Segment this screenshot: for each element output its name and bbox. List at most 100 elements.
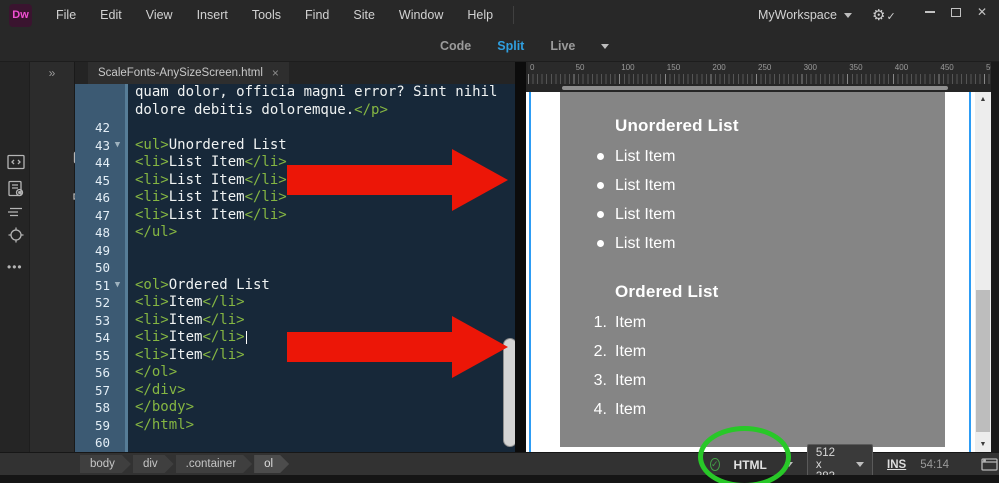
menu-tools[interactable]: Tools: [240, 0, 293, 30]
code-line[interactable]: 58 </body>: [75, 399, 515, 417]
list-item[interactable]: 2. Item: [560, 337, 945, 366]
live-view-page[interactable]: Unordered List List Item List Item List It…: [526, 92, 975, 452]
gear-icon: ⚙: [872, 7, 886, 24]
code-text: </html>: [128, 417, 194, 435]
code-line[interactable]: 45 <li>List Item</li>: [75, 171, 515, 189]
code-line[interactable]: 50: [75, 259, 515, 277]
code-line[interactable]: quam dolor, officia magni error? Sint ni…: [75, 84, 515, 102]
realtime-preview-icon[interactable]: [981, 457, 999, 472]
menu-edit[interactable]: Edit: [88, 0, 134, 30]
unordered-list-heading[interactable]: Unordered List: [615, 92, 945, 136]
list-item[interactable]: 3. Item: [560, 366, 945, 395]
close-button[interactable]: ✕: [969, 0, 995, 24]
sync-settings-button[interactable]: ⚙ ✓: [872, 0, 896, 30]
fold-toggle-icon[interactable]: ▼: [110, 140, 125, 150]
document-preview-icon[interactable]: [7, 180, 25, 198]
list-item[interactable]: 4. Item: [560, 395, 945, 424]
code-line[interactable]: 47 <li>List Item</li>: [75, 206, 515, 224]
code-segment: </li>: [202, 294, 245, 310]
code-segment: <li>: [135, 154, 169, 170]
code-line[interactable]: 52 <li>Item</li>: [75, 294, 515, 312]
list-item[interactable]: List Item: [560, 200, 945, 229]
menu-help[interactable]: Help: [455, 0, 505, 30]
view-mode-code[interactable]: Code: [440, 39, 471, 53]
menu-insert[interactable]: Insert: [185, 0, 240, 30]
file-tab[interactable]: ScaleFonts-AnySizeScreen.html ×: [88, 62, 289, 84]
code-line[interactable]: 51 ▼ <ol>Ordered List: [75, 276, 515, 294]
code-line[interactable]: 46 <li>List Item</li>: [75, 189, 515, 207]
list-item-number: 2.: [593, 342, 607, 360]
code-line[interactable]: 54 <li>Item</li>: [75, 329, 515, 347]
view-mode-live[interactable]: Live: [550, 39, 575, 53]
dock-expander-button[interactable]: »: [30, 62, 75, 84]
ruler-label: 100: [621, 63, 635, 72]
tag-selector-div[interactable]: div: [133, 455, 174, 473]
code-line[interactable]: 53 <li>Item</li>: [75, 311, 515, 329]
code-line[interactable]: 43 ▼ <ul>Unordered List: [75, 136, 515, 154]
menu-site[interactable]: Site: [341, 0, 387, 30]
code-line[interactable]: 55 <li>Item</li>: [75, 346, 515, 364]
scroll-down-icon[interactable]: ▼: [975, 437, 991, 452]
workspace-label: MyWorkspace: [758, 8, 837, 22]
chevron-down-icon: [843, 12, 852, 18]
code-window-icon[interactable]: [7, 154, 25, 170]
rendered-container[interactable]: Unordered List List Item List Item List It…: [560, 92, 945, 447]
code-segment: <li>: [135, 171, 169, 188]
code-line[interactable]: 48 </ul>: [75, 224, 515, 242]
code-line[interactable]: 44 <li>List Item</li>: [75, 154, 515, 172]
menu-window[interactable]: Window: [387, 0, 455, 30]
menu-bar: Dw File Edit View Insert Tools Find Site Window…: [0, 0, 999, 30]
code-line[interactable]: 59 </html>: [75, 416, 515, 435]
ruler-label: 450: [940, 63, 954, 72]
code-line[interactable]: 49: [75, 241, 515, 259]
code-segment: Item: [168, 294, 203, 310]
menu-view[interactable]: View: [134, 0, 185, 30]
code-line[interactable]: 60: [75, 434, 515, 452]
code-line[interactable]: 57 </div>: [75, 381, 515, 399]
code-line[interactable]: 56 </ol>: [75, 364, 515, 382]
list-item[interactable]: List Item: [560, 229, 945, 258]
code-editor[interactable]: quam dolor, officia magni error? Sint ni…: [75, 84, 515, 452]
line-gutter: 43 ▼: [75, 136, 128, 154]
list-item[interactable]: List Item: [560, 171, 945, 200]
ruler-label: 150: [666, 63, 681, 72]
inspect-target-icon[interactable]: [7, 226, 25, 244]
bullet-icon: [597, 240, 604, 247]
tag-selector-body[interactable]: body: [80, 455, 131, 473]
code-line[interactable]: 42: [75, 119, 515, 137]
fold-toggle-icon[interactable]: ▼: [110, 280, 125, 290]
menu-file[interactable]: File: [44, 0, 88, 30]
maximize-button[interactable]: [943, 0, 969, 24]
line-gutter: 58: [75, 399, 128, 417]
tag-selector-container[interactable]: .container: [176, 455, 253, 473]
list-item[interactable]: 1. Item: [560, 308, 945, 337]
line-number: 60: [94, 435, 110, 451]
list-item[interactable]: List Item: [560, 142, 945, 171]
live-horizontal-scrollbar[interactable]: [528, 84, 975, 92]
line-number: 59: [94, 417, 110, 433]
menu-find[interactable]: Find: [293, 0, 341, 30]
tab-close-icon[interactable]: ×: [272, 66, 279, 80]
line-gutter: 52: [75, 294, 128, 312]
scroll-up-icon[interactable]: ▲: [975, 92, 991, 107]
insert-mode-indicator[interactable]: INS: [887, 459, 906, 471]
split-view-divider[interactable]: [515, 62, 526, 452]
tag-selector-ol[interactable]: ol: [254, 455, 289, 473]
lint-ok-icon[interactable]: ✓: [710, 458, 720, 471]
list-item-text: Item: [615, 342, 647, 360]
live-vertical-scrollbar[interactable]: ▲ ▼: [975, 92, 991, 452]
vertical-scroll-thumb[interactable]: [976, 290, 990, 432]
minimize-button[interactable]: [917, 0, 943, 24]
ordered-list-heading[interactable]: Ordered List: [615, 282, 945, 302]
chevron-down-icon[interactable]: [601, 43, 610, 49]
view-mode-split[interactable]: Split: [497, 39, 524, 53]
code-segment: <li>: [135, 346, 169, 363]
format-source-icon[interactable]: [7, 206, 25, 218]
horizontal-scroll-thumb[interactable]: [562, 86, 948, 90]
code-line[interactable]: dolore debitis doloremque.</p>: [75, 101, 515, 119]
more-options-icon[interactable]: •••: [7, 260, 23, 274]
doctype-dropdown[interactable]: HTML: [734, 458, 793, 472]
workspace-switcher[interactable]: MyWorkspace: [758, 0, 852, 30]
line-number: 55: [94, 347, 110, 363]
right-edge-gutter: [991, 62, 999, 452]
